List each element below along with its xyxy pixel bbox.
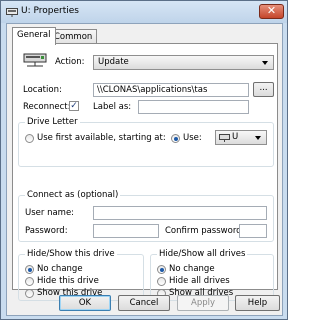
drive-icon <box>6 8 18 17</box>
help-button[interactable]: Help <box>235 295 280 311</box>
title-bar[interactable]: U: Properties ✕ <box>1 1 287 23</box>
action-label: Action: <box>55 57 85 67</box>
hide-show-this-drive-group: Hide/Show this drive No change Hide this… <box>18 249 144 301</box>
hide-show-this-title: Hide/Show this drive <box>25 249 117 259</box>
drive-letter-group: Drive Letter Use first available, starti… <box>18 117 274 167</box>
tab-general[interactable]: General <box>12 27 56 45</box>
location-label: Location: <box>23 85 62 95</box>
password-field[interactable] <box>93 224 159 238</box>
use-label: Use: <box>183 133 202 143</box>
ok-button[interactable]: OK <box>59 295 111 311</box>
network-drive-icon <box>23 53 47 67</box>
hide-all-drives-radio[interactable] <box>157 277 166 286</box>
this-no-change-label: No change <box>37 264 83 274</box>
reconnect-label: Reconnect: <box>23 102 71 112</box>
browse-button[interactable]: ... <box>253 82 274 97</box>
username-label: User name: <box>25 208 75 218</box>
hide-show-all-drives-group: Hide/Show all drives No change Hide all … <box>150 249 274 301</box>
drive-icon <box>219 134 230 142</box>
username-field[interactable] <box>93 206 267 220</box>
window-title: U: Properties <box>21 6 79 16</box>
connect-as-title: Connect as (optional) <box>25 190 121 200</box>
reconnect-checkbox[interactable]: ✓ <box>69 101 79 111</box>
hide-this-drive-label: Hide this drive <box>37 276 99 286</box>
hide-all-drives-label: Hide all drives <box>169 276 230 286</box>
properties-dialog: U: Properties ✕ General Common Action: U… <box>0 0 288 320</box>
drive-letter-title: Drive Letter <box>25 117 80 127</box>
general-panel: Action: Update Location: \\CLONAS\applic… <box>12 43 278 301</box>
connect-as-group: Connect as (optional) User name: Passwor… <box>18 190 274 242</box>
label-as-field[interactable] <box>138 100 249 114</box>
action-dropdown[interactable]: Update <box>93 55 274 70</box>
label-as-label: Label as: <box>93 102 132 112</box>
chevron-down-icon <box>262 61 268 65</box>
apply-button[interactable]: Apply <box>177 295 229 311</box>
confirm-password-label: Confirm password: <box>165 226 245 236</box>
all-no-change-label: No change <box>169 264 215 274</box>
hide-this-drive-radio[interactable] <box>25 277 34 286</box>
show-this-drive-radio[interactable] <box>25 289 34 298</box>
confirm-password-field[interactable] <box>239 224 267 238</box>
dialog-client: General Common Action: Update Location: … <box>6 23 283 316</box>
tab-common[interactable]: Common <box>49 29 98 44</box>
this-no-change-radio[interactable] <box>25 265 34 274</box>
use-first-available-radio[interactable] <box>25 134 34 143</box>
hide-show-all-title: Hide/Show all drives <box>157 249 248 259</box>
password-label: Password: <box>25 226 68 236</box>
chevron-down-icon <box>255 136 261 140</box>
all-no-change-radio[interactable] <box>157 265 166 274</box>
cancel-button[interactable]: Cancel <box>118 295 170 311</box>
use-first-available-label: Use first available, starting at: <box>37 133 166 143</box>
close-button[interactable]: ✕ <box>259 4 284 19</box>
use-radio[interactable] <box>171 134 180 143</box>
drive-letter-dropdown[interactable]: U <box>215 130 267 145</box>
location-field[interactable]: \\CLONAS\applications\tas <box>93 83 249 97</box>
